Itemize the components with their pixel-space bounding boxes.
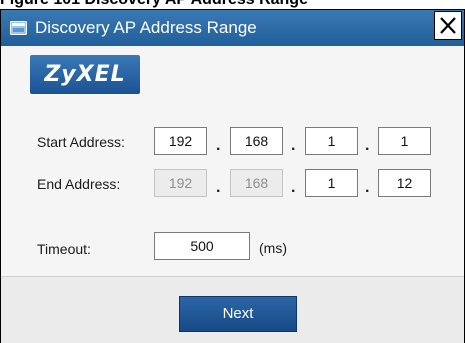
title-bar: Discovery AP Address Range [1,10,464,46]
window-title: Discovery AP Address Range [35,18,257,37]
next-button[interactable]: Next [179,296,297,332]
end-octet-4[interactable] [378,169,431,197]
end-dot-3: . [365,179,370,196]
page: Figure 101 Discovery AP Address Range Di… [0,0,465,343]
end-dot-2: . [291,179,296,196]
end-address-label: End Address: [37,176,121,192]
zyxel-logo: ZyXEL [30,55,140,94]
start-dot-2: . [291,137,296,154]
start-dot-1: . [216,137,221,154]
zyxel-logo-text: ZyXEL [44,62,126,87]
discovery-dialog: Discovery AP Address Range ZyXEL Start A… [0,9,465,343]
end-octet-2 [230,169,283,197]
end-octet-3[interactable] [305,169,358,197]
close-button[interactable] [434,11,462,40]
start-octet-1[interactable] [154,127,207,155]
timeout-input[interactable] [154,232,250,260]
figure-caption-text: Figure 101 Discovery AP Address Range [0,0,308,9]
start-octet-4[interactable] [378,127,431,155]
start-octet-3[interactable] [305,127,358,155]
end-octet-1 [154,169,207,197]
end-dot-1: . [216,179,221,196]
dialog-content: ZyXEL Start Address: . . . End Address: … [1,46,464,276]
dialog-footer: Next [1,276,464,343]
start-dot-3: . [365,137,370,154]
start-address-label: Start Address: [37,134,125,150]
close-icon [440,17,456,34]
timeout-label: Timeout: [37,241,91,257]
timeout-unit: (ms) [259,240,287,256]
window-app-icon [10,21,27,35]
start-octet-2[interactable] [230,127,283,155]
